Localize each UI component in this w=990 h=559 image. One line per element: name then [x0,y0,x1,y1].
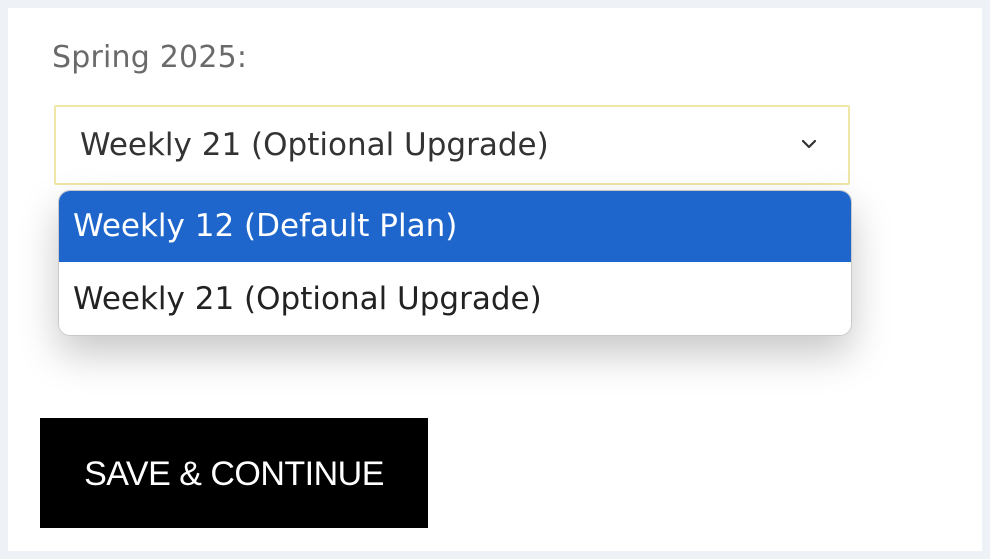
save-and-continue-button[interactable]: SAVE & CONTINUE [40,418,428,528]
select-current-value: Weekly 21 (Optional Upgrade) [80,127,549,163]
spring-2025-label: Spring 2025: [52,40,248,75]
meal-plan-select[interactable]: Weekly 21 (Optional Upgrade) [54,105,850,185]
option-weekly-21[interactable]: Weekly 21 (Optional Upgrade) [59,264,851,335]
option-weekly-12[interactable]: Weekly 12 (Default Plan) [59,191,851,262]
form-card: Spring 2025: Weekly 21 (Optional Upgrade… [8,8,982,551]
meal-plan-dropdown-list: Weekly 12 (Default Plan) Weekly 21 (Opti… [58,190,852,336]
chevron-down-icon [801,139,817,149]
